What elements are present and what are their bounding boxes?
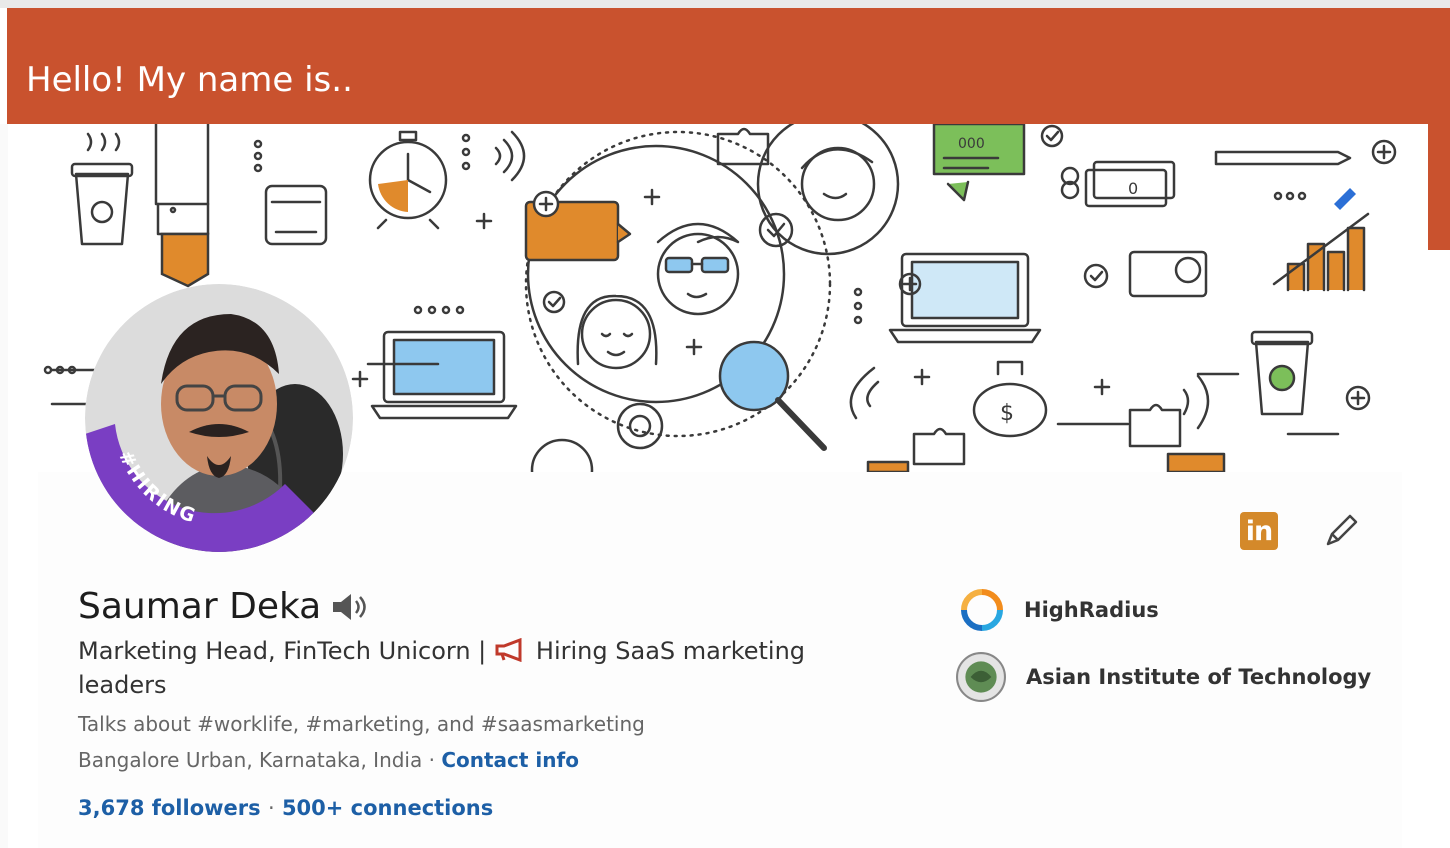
org-ait[interactable]: Asian Institute of Technology [956,652,1371,702]
profile-card: 000 0 $ #HIRING in Saumar Deka Marketing… [38,124,1402,848]
slide-left-margin [0,124,8,848]
location-row: Bangalore Urban, Karnataka, India · Cont… [78,748,579,772]
slide-top-border [0,0,1450,8]
megaphone-icon [495,638,522,662]
banner-bubble-text: 000 [958,136,985,152]
org-name: Asian Institute of Technology [1026,665,1372,689]
profile-headline: Marketing Head, FinTech Unicorn | Hiring… [78,634,858,702]
location: Bangalore Urban, Karnataka, India [78,748,423,772]
headline-text-1: Marketing Head, FinTech Unicorn | [78,637,487,665]
banner-dollar-text: $ [1000,401,1014,426]
profile-photo[interactable]: #HIRING [85,284,353,552]
profile-name: Saumar Deka [78,586,322,627]
avatar: #HIRING [85,284,353,552]
org-highradius[interactable]: HighRadius [960,588,1159,632]
speaker-icon[interactable] [331,592,369,622]
highradius-logo [961,589,1003,631]
separator-dot: · [267,796,275,820]
contact-info-link[interactable]: Contact info [441,748,579,772]
network-stats: 3,678 followers · 500+ connections [78,796,493,820]
pencil-icon[interactable] [1322,510,1362,550]
name-row: Saumar Deka [78,586,369,627]
talks-about: Talks about #worklife, #marketing, and #… [78,712,645,736]
connections-link[interactable]: 500+ connections [282,796,493,820]
org-name: HighRadius [1024,598,1159,622]
ait-logo [956,652,1006,702]
banner-cash-text: 0 [1128,179,1138,198]
linkedin-icon[interactable]: in [1240,512,1278,550]
slide-header-edge [1428,120,1450,250]
separator-dot: · [428,748,435,772]
linkedin-label: in [1245,515,1274,547]
followers-link[interactable]: 3,678 followers [78,796,261,820]
slide-title: Hello! My name is.. [26,60,353,100]
